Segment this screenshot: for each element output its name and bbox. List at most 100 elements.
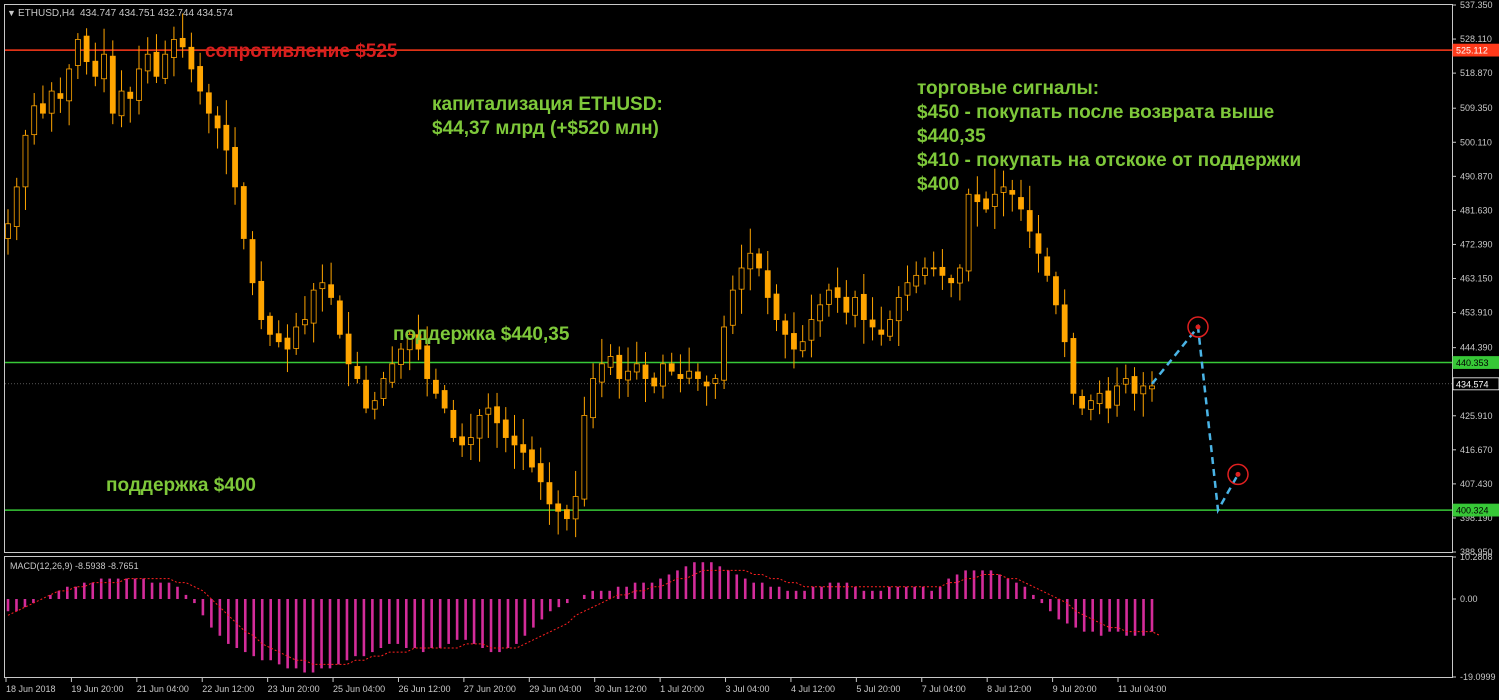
candle-body bbox=[974, 194, 981, 203]
candle-body bbox=[136, 68, 142, 101]
y-tick-label: 518.870 bbox=[1460, 68, 1493, 78]
candle-body bbox=[214, 115, 221, 129]
candle-body bbox=[834, 287, 841, 298]
candle-body bbox=[223, 124, 230, 151]
candle-body bbox=[5, 223, 11, 239]
candle-body bbox=[57, 93, 64, 99]
signals-line-1: $450 - покупать после возврата выше bbox=[917, 102, 1274, 123]
candle-body bbox=[92, 60, 99, 77]
x-tick-label: 27 Jun 20:00 bbox=[464, 684, 516, 694]
candle-body bbox=[852, 297, 858, 316]
candle-body bbox=[74, 39, 81, 66]
price-chart[interactable]: 10.28080.00-19.0999 537.350528.110518.87… bbox=[0, 0, 1499, 700]
candle-body bbox=[564, 509, 570, 520]
y-tick-label: 472.390 bbox=[1460, 239, 1493, 249]
candle-body bbox=[1140, 385, 1147, 395]
candle-body bbox=[747, 252, 754, 270]
candle-body bbox=[939, 266, 946, 276]
x-tick-label: 25 Jun 04:00 bbox=[333, 684, 385, 694]
candle-body bbox=[153, 51, 160, 77]
target-dot bbox=[1195, 324, 1201, 330]
candle-body bbox=[22, 134, 29, 188]
candle-body bbox=[371, 400, 378, 410]
candle-body bbox=[433, 379, 439, 394]
candle-body bbox=[127, 91, 134, 99]
forecast bbox=[1151, 316, 1249, 515]
candle-body bbox=[581, 415, 588, 500]
candle-body bbox=[782, 320, 789, 335]
price-label: 525.112 bbox=[1456, 46, 1488, 56]
x-tick-label: 7 Jul 04:00 bbox=[922, 684, 966, 694]
price-label: 400.324 bbox=[1456, 506, 1489, 516]
candle-body bbox=[101, 53, 107, 80]
candle-body bbox=[1087, 400, 1094, 410]
x-axis: 18 Jun 2018 19 Jun 20:00 21 Jun 04:00 22 Ju… bbox=[5, 678, 1166, 694]
x-tick-label: 19 Jun 20:00 bbox=[71, 684, 123, 694]
candle-body bbox=[240, 186, 247, 239]
candle-body bbox=[721, 326, 727, 381]
candle-body bbox=[1061, 304, 1068, 343]
y-tick-label: 407.430 bbox=[1460, 479, 1493, 489]
candle-body bbox=[922, 267, 928, 276]
x-tick-label: 26 Jun 12:00 bbox=[398, 684, 450, 694]
candle-body bbox=[31, 105, 38, 136]
candle-body bbox=[450, 409, 457, 438]
candle-body bbox=[983, 198, 989, 210]
candle-body bbox=[389, 363, 396, 383]
candle-body bbox=[991, 193, 998, 207]
y-tick-label: 416.670 bbox=[1460, 445, 1493, 455]
candle-body bbox=[302, 319, 308, 326]
support1-label: поддержка $440,35 bbox=[393, 324, 570, 345]
candle-body bbox=[1114, 385, 1120, 406]
candle-body bbox=[40, 103, 46, 114]
candle-body bbox=[328, 284, 335, 298]
y-tick-label: 463.150 bbox=[1460, 274, 1493, 284]
candle-body bbox=[572, 496, 579, 520]
candle-body bbox=[310, 289, 317, 324]
candle-body bbox=[502, 419, 509, 438]
candle-body bbox=[948, 277, 955, 284]
candle-body bbox=[1070, 338, 1077, 394]
price-label: 440.353 bbox=[1456, 358, 1489, 368]
candle-body bbox=[537, 463, 544, 483]
candle-body bbox=[319, 282, 326, 290]
y-tick-label: 453.910 bbox=[1460, 308, 1493, 318]
collapse-arrow-icon[interactable]: ▼ bbox=[7, 8, 16, 18]
x-tick-label: 30 Jun 12:00 bbox=[595, 684, 647, 694]
ohlc-readout: 434.747 434.751 432.744 434.574 bbox=[80, 8, 233, 19]
candle-body bbox=[651, 377, 658, 387]
candle-body bbox=[398, 348, 404, 365]
x-tick-label: 18 Jun 2018 bbox=[6, 684, 56, 694]
y-tick-label: 388.950 bbox=[1460, 547, 1493, 557]
target-dot bbox=[1235, 471, 1241, 477]
candle-body bbox=[441, 390, 448, 409]
candle-body bbox=[904, 282, 911, 296]
candle-body bbox=[354, 366, 361, 379]
candle-body bbox=[1018, 197, 1024, 210]
candle-body bbox=[485, 407, 492, 415]
y-tick-label: 509.350 bbox=[1460, 103, 1493, 113]
y-tick-label: 444.390 bbox=[1460, 343, 1493, 353]
candle-body bbox=[738, 267, 745, 290]
y-tick-label: 490.870 bbox=[1460, 171, 1493, 181]
y-tick-label: 500.110 bbox=[1460, 137, 1492, 147]
candle-body bbox=[197, 66, 204, 92]
candle-body bbox=[895, 297, 902, 322]
candle-body bbox=[1149, 385, 1155, 390]
candle-body bbox=[293, 326, 300, 349]
cap-label-line2: $44,37 млрд (+$520 млн) bbox=[432, 118, 659, 139]
candle-body bbox=[179, 37, 186, 48]
candle-body bbox=[694, 371, 701, 379]
candle-body bbox=[756, 253, 762, 269]
candle-body bbox=[1053, 276, 1059, 306]
candle-body bbox=[48, 90, 55, 114]
macd-indicator: 10.28080.00-19.0999 bbox=[6, 552, 1496, 682]
main-panel-frame bbox=[4, 4, 1453, 553]
candle-body bbox=[1105, 390, 1112, 409]
candle-body bbox=[1026, 210, 1033, 232]
candle-body bbox=[1000, 186, 1007, 193]
macd-y-tick-label: -19.0999 bbox=[1460, 672, 1496, 682]
candle-body bbox=[677, 374, 684, 379]
macd-y-tick-label: 0.00 bbox=[1460, 594, 1478, 604]
candle-body bbox=[144, 53, 151, 72]
